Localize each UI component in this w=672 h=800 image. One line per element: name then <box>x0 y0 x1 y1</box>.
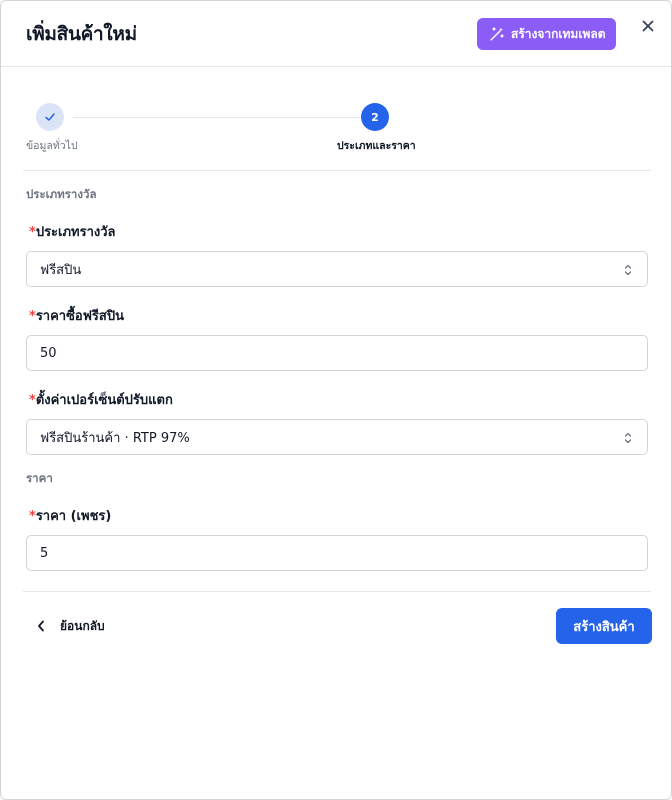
rtp-setting-select[interactable]: ฟรีสปินร้านค้า · RTP 97% <box>26 419 648 455</box>
reward-type-label-text: ประเภทรางวัล <box>35 225 116 240</box>
rtp-setting-value: ฟรีสปินร้านค้า · RTP 97% <box>40 430 190 446</box>
reward-type-label: *ประเภทรางวัล <box>29 221 116 242</box>
step-1-label[interactable]: ข้อมูลทั่วไป <box>26 137 78 154</box>
magic-wand-icon <box>490 27 504 41</box>
modal-header: เพิ่มสินค้าใหม่ สร้างจากเทมเพลต <box>1 1 671 67</box>
close-button[interactable] <box>638 16 658 36</box>
create-from-template-button[interactable]: สร้างจากเทมเพลต <box>477 18 616 50</box>
stepper: ข้อมูลทั่วไป 2 ประเภทและราคา <box>23 87 651 171</box>
required-mark: * <box>29 309 36 324</box>
select-chevrons-icon <box>624 264 632 276</box>
footer-divider <box>23 591 651 592</box>
chevron-left-icon <box>38 620 44 632</box>
create-from-template-label: สร้างจากเทมเพลต <box>511 26 606 41</box>
reward-type-value: ฟรีสปิน <box>40 262 82 278</box>
check-icon <box>45 113 55 121</box>
diamond-price-input[interactable] <box>26 535 648 571</box>
close-icon <box>642 20 654 32</box>
free-spin-price-label: *ราคาซื้อฟรีสปิน <box>29 305 124 326</box>
free-spin-price-input[interactable] <box>26 335 648 371</box>
diamond-price-label: *ราคา (เพชร) <box>29 505 111 526</box>
rtp-setting-label-text: ตั้งค่าเปอร์เซ็นต์ปรับแตก <box>35 393 173 408</box>
back-button[interactable]: ย้อนกลับ <box>30 612 105 640</box>
add-product-modal: เพิ่มสินค้าใหม่ สร้างจากเทมเพลต ข้อมูลทั… <box>0 0 672 800</box>
select-chevrons-icon <box>624 432 632 444</box>
modal-title: เพิ่มสินค้าใหม่ <box>26 23 137 45</box>
required-mark: * <box>29 225 36 240</box>
create-product-button[interactable]: สร้างสินค้า <box>556 608 652 644</box>
rtp-setting-label: *ตั้งค่าเปอร์เซ็นต์ปรับแตก <box>29 389 173 410</box>
step-2-indicator: 2 <box>361 103 389 131</box>
stepper-connector <box>73 117 363 118</box>
required-mark: * <box>29 509 36 524</box>
reward-section-title: ประเภทรางวัล <box>26 187 97 201</box>
diamond-price-label-text: ราคา (เพชร) <box>35 509 112 524</box>
reward-type-select[interactable]: ฟรีสปิน <box>26 251 648 287</box>
required-mark: * <box>29 393 36 408</box>
free-spin-price-label-text: ราคาซื้อฟรีสปิน <box>35 309 124 324</box>
back-button-label: ย้อนกลับ <box>60 618 105 633</box>
step-2-label: ประเภทและราคา <box>337 140 416 152</box>
step-1-indicator[interactable] <box>36 103 64 131</box>
price-section-title: ราคา <box>26 471 53 485</box>
